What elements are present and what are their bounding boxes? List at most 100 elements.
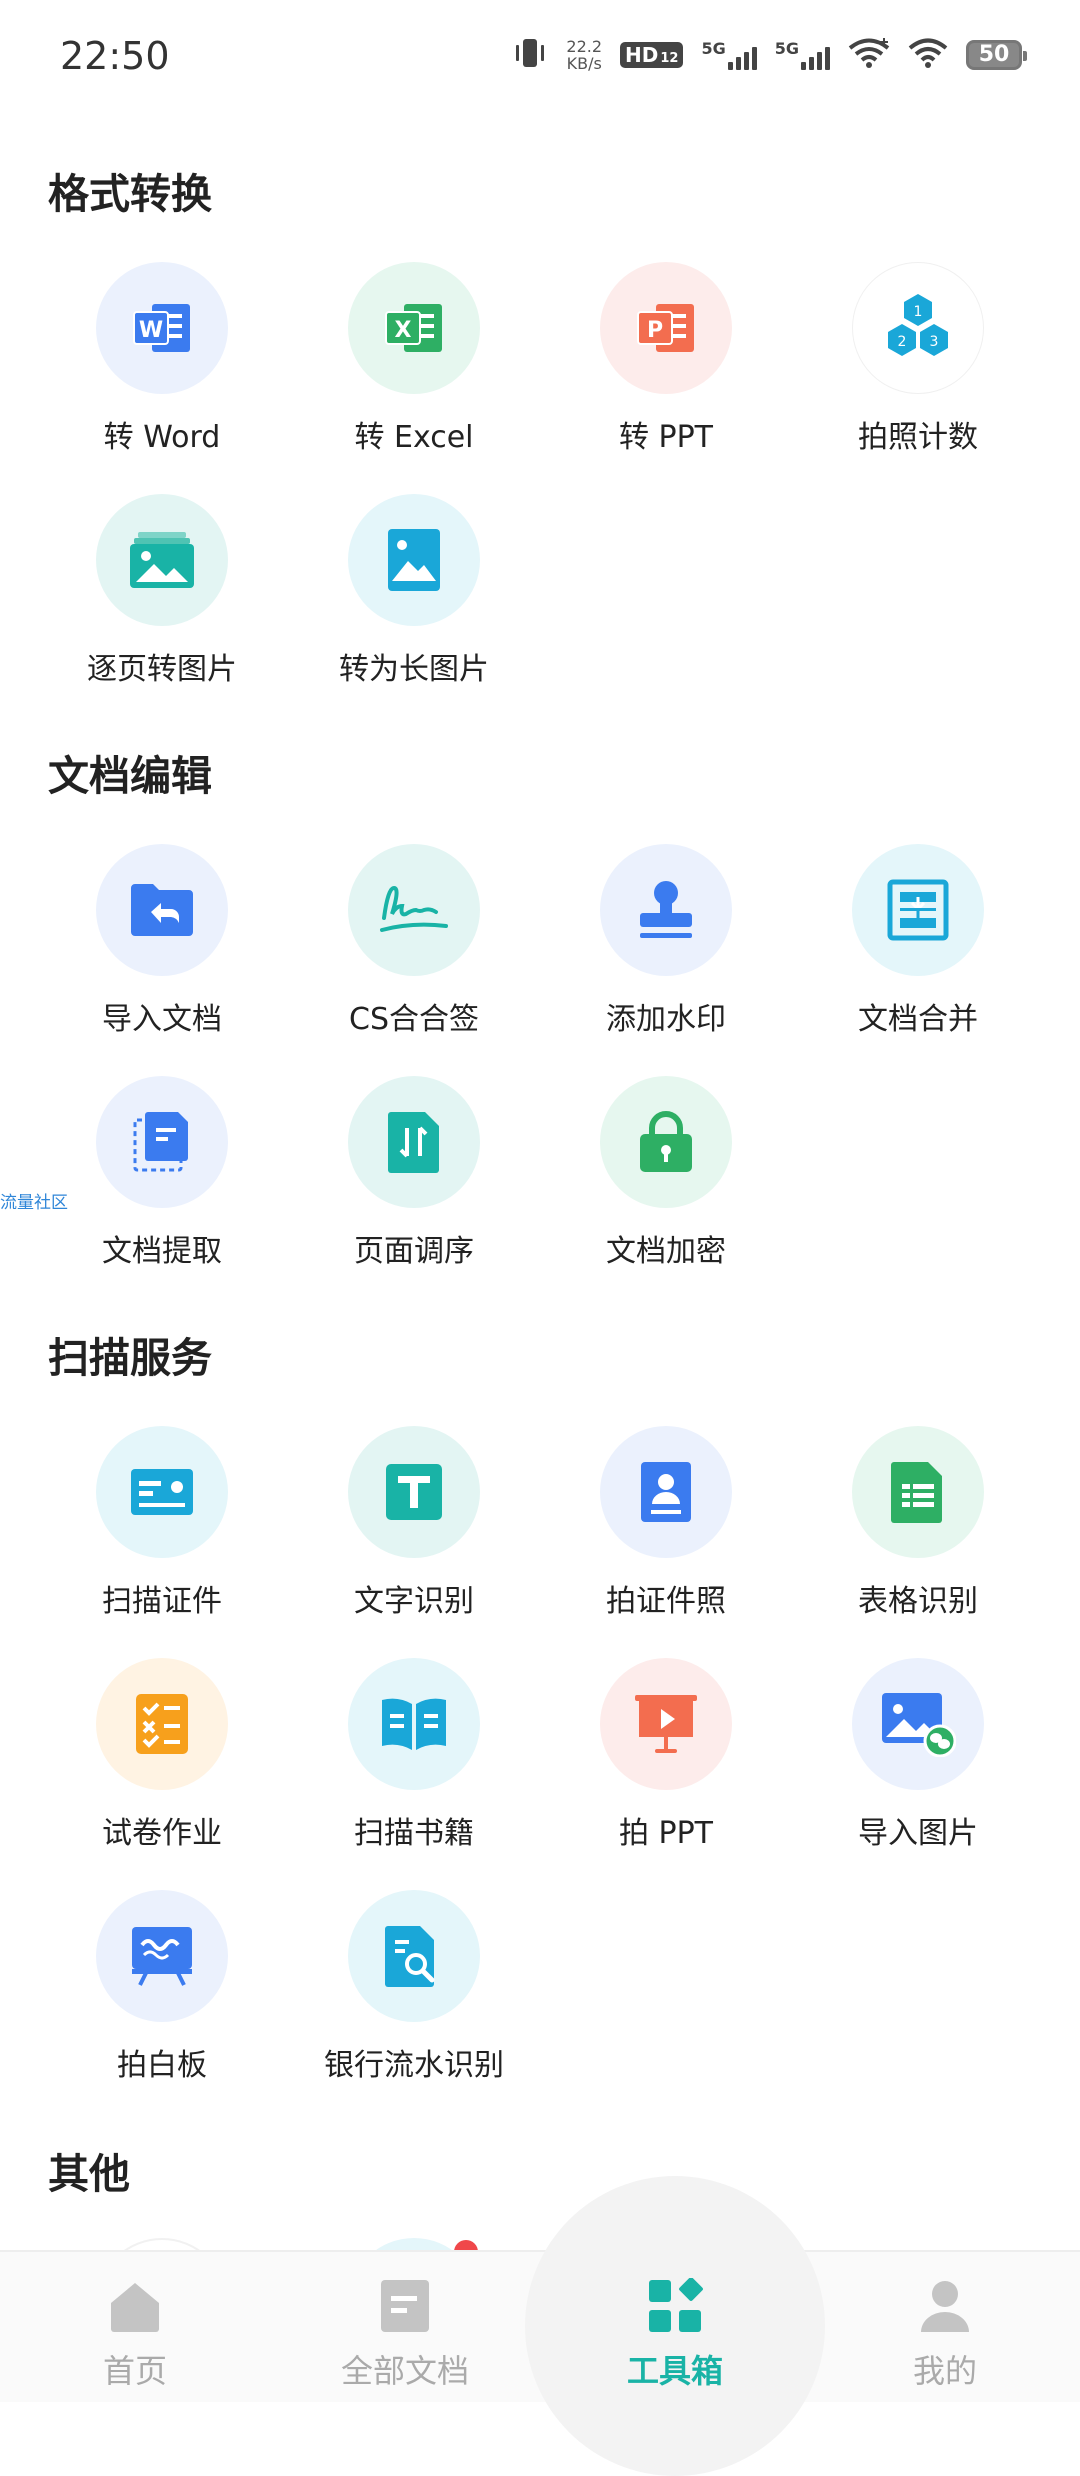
excel-icon: X: [348, 262, 480, 394]
exam-paper-icon: [96, 1658, 228, 1790]
tool-scan-id[interactable]: 扫描证件: [36, 1426, 288, 1620]
presentation-play-icon: [600, 1658, 732, 1790]
stamp-icon: [600, 844, 732, 976]
tool-capture-ppt[interactable]: 拍 PPT: [540, 1658, 792, 1852]
tool-label: 文档加密: [606, 1234, 726, 1269]
tool-to-word[interactable]: W 转 Word: [36, 262, 288, 456]
svg-text:P: P: [647, 318, 663, 343]
status-icons: 22.2 KB/s HD 12 5G 5G 50: [512, 36, 1027, 74]
tool-cs-sign[interactable]: CS合合签: [288, 844, 540, 1038]
tool-encrypt-document[interactable]: 文档加密: [540, 1076, 792, 1270]
traffic-community-float[interactable]: 流量社区: [0, 1188, 68, 1213]
signal-sim2-icon: 5G: [774, 39, 830, 70]
hexagon-count-icon: 12 3: [852, 262, 984, 394]
tool-label: 表格识别: [858, 1584, 978, 1619]
tool-label: 转为长图片: [339, 652, 489, 687]
tool-label: 银行流水识别: [324, 2048, 504, 2083]
word-icon: W: [96, 262, 228, 394]
battery-icon: 50: [966, 40, 1027, 70]
tool-bank-statement[interactable]: 银行流水识别: [288, 1890, 540, 2084]
tool-import-document[interactable]: 导入文档: [36, 844, 288, 1038]
tool-label: 扫描书籍: [354, 1816, 474, 1851]
extract-page-icon: [96, 1076, 228, 1208]
nav-label: 我的: [912, 2352, 977, 2390]
tool-label: 文字识别: [354, 1584, 474, 1619]
tool-label: 导入文档: [102, 1002, 222, 1037]
nav-toolbox[interactable]: 工具箱: [540, 2250, 810, 2400]
nav-me[interactable]: 我的: [810, 2250, 1080, 2400]
merge-icon: [852, 844, 984, 976]
tool-label: 拍白板: [117, 2048, 207, 2083]
tool-to-ppt[interactable]: P 转 PPT: [540, 262, 792, 456]
tool-label: 试卷作业: [102, 1816, 222, 1851]
tool-label: 导入图片: [858, 1816, 978, 1851]
tool-label: 文档合并: [858, 1002, 978, 1037]
tool-extract-document[interactable]: 文档提取: [36, 1076, 288, 1270]
tool-text-recognition[interactable]: 文字识别: [288, 1426, 540, 1620]
user-icon: [915, 2276, 975, 2336]
svg-text:2: 2: [898, 334, 907, 350]
nav-label: 工具箱: [626, 2352, 723, 2390]
tool-label: 转 Excel: [354, 420, 474, 455]
sim1-label: 5G: [701, 39, 726, 58]
tool-whiteboard[interactable]: 拍白板: [36, 1890, 288, 2084]
hd-label: HD: [625, 43, 659, 67]
nav-home[interactable]: 首页: [0, 2250, 270, 2400]
nav-label: 首页: [102, 2352, 167, 2390]
section-title-document-edit: 文档编辑: [48, 752, 212, 800]
tool-reorder-pages[interactable]: 页面调序: [288, 1076, 540, 1270]
tool-label: 转 Word: [103, 420, 221, 455]
vibrate-icon: [512, 36, 548, 74]
svg-text:X: X: [395, 318, 412, 343]
tool-id-photo[interactable]: 拍证件照: [540, 1426, 792, 1620]
status-time: 22:50: [60, 34, 170, 78]
id-card-icon: [96, 1426, 228, 1558]
tool-label: 扫描证件: [102, 1584, 222, 1619]
wifi-plus-icon: [848, 37, 890, 73]
tool-label: 拍 PPT: [618, 1816, 714, 1851]
long-image-icon: [348, 494, 480, 626]
sim2-label: 5G: [774, 39, 799, 58]
book-icon: [348, 1658, 480, 1790]
hd-badge: HD 12: [620, 42, 684, 68]
net-speed-unit: KB/s: [566, 54, 602, 73]
wifi-icon: [908, 37, 948, 73]
tool-add-watermark[interactable]: 添加水印: [540, 844, 792, 1038]
text-recognition-icon: [348, 1426, 480, 1558]
tool-to-excel[interactable]: X 转 Excel: [288, 262, 540, 456]
nav-all-documents[interactable]: 全部文档: [270, 2250, 540, 2400]
tool-page-to-image[interactable]: 逐页转图片: [36, 494, 288, 688]
tool-label: CS合合签: [349, 1002, 479, 1037]
tool-table-recognition[interactable]: 表格识别: [792, 1426, 1044, 1620]
signature-icon: [348, 844, 480, 976]
tool-label: 文档提取: [102, 1234, 222, 1269]
tool-import-image[interactable]: 导入图片: [792, 1658, 1044, 1852]
tool-merge-document[interactable]: 文档合并: [792, 844, 1044, 1038]
status-bar: 22:50 22.2 KB/s HD 12 5G 5G 50: [0, 0, 1080, 120]
home-icon: [105, 2276, 165, 2336]
tool-label: 拍照计数: [858, 420, 978, 455]
section-title-scan-service: 扫描服务: [48, 1334, 212, 1382]
tool-label: 拍证件照: [606, 1584, 726, 1619]
whiteboard-icon: [96, 1890, 228, 2022]
svg-text:3: 3: [930, 334, 939, 350]
import-image-wechat-icon: [852, 1658, 984, 1790]
svg-text:W: W: [139, 318, 163, 343]
tool-exam-homework[interactable]: 试卷作业: [36, 1658, 288, 1852]
tool-label: 添加水印: [606, 1002, 726, 1037]
nav-label: 全部文档: [340, 2352, 469, 2390]
bottom-nav-items: 首页 全部文档 工具箱 我的: [0, 2250, 1080, 2400]
section-title-other: 其他: [48, 2150, 130, 2198]
ppt-icon: P: [600, 262, 732, 394]
tool-label: 转 PPT: [618, 420, 714, 455]
reorder-page-icon: [348, 1076, 480, 1208]
tool-long-image[interactable]: 转为长图片: [288, 494, 540, 688]
table-sheet-icon: [852, 1426, 984, 1558]
folder-import-icon: [96, 844, 228, 976]
bank-statement-search-icon: [348, 1890, 480, 2022]
tool-photo-count[interactable]: 12 3 拍照计数: [792, 262, 1044, 456]
tool-scan-book[interactable]: 扫描书籍: [288, 1658, 540, 1852]
signal-sim1-icon: 5G: [701, 39, 757, 70]
net-speed-value: 22.2: [566, 37, 603, 56]
tool-label: 逐页转图片: [87, 652, 237, 687]
